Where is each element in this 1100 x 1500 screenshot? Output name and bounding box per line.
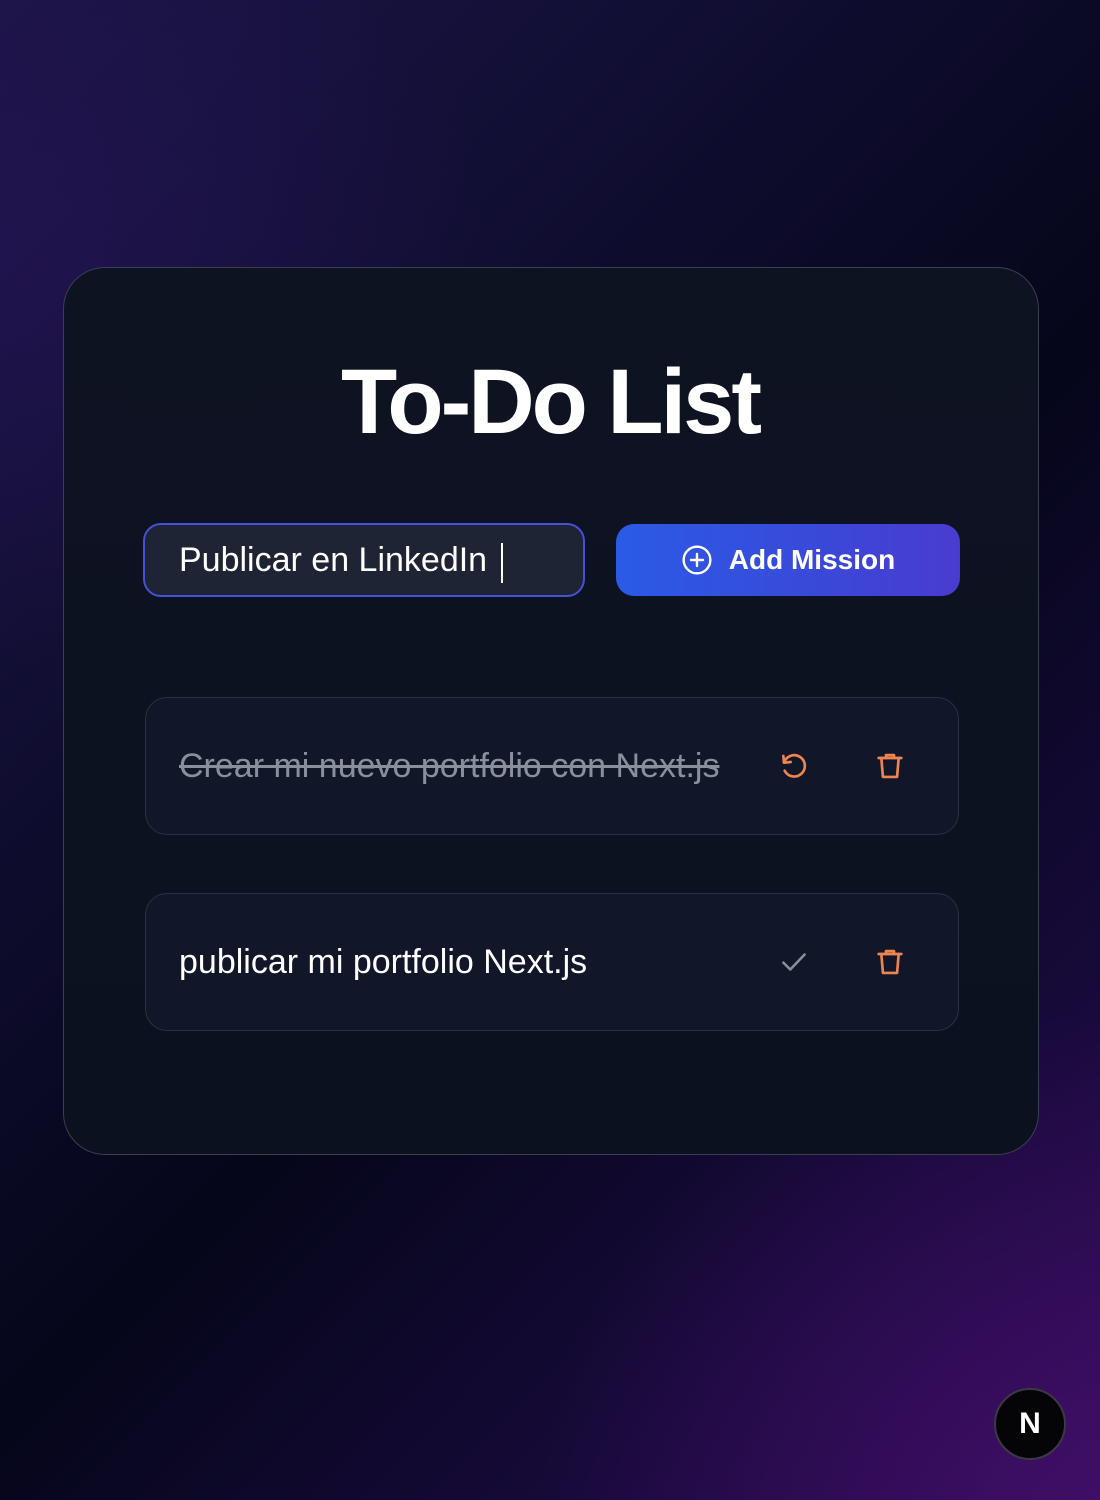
trash-icon[interactable] [868,744,912,788]
text-caret [501,543,503,583]
task-input-wrapper[interactable] [143,523,585,597]
nextjs-dev-badge[interactable]: N [994,1388,1066,1460]
undo-icon[interactable] [772,744,816,788]
add-mission-label: Add Mission [728,544,896,575]
task-text: publicar mi portfolio Next.js [179,942,588,981]
task-item-pending: publicar mi portfolio Next.js [145,893,959,1031]
trash-icon[interactable] [868,940,912,984]
page-title: To-Do List [341,351,762,453]
task-input[interactable] [145,525,583,595]
plus-circle-icon [681,544,713,576]
task-text: Crear mi nuevo portfolio con Next.js [179,746,720,785]
task-item-completed: Crear mi nuevo portfolio con Next.js [145,697,959,835]
check-icon[interactable] [772,940,816,984]
add-mission-button[interactable]: Add Mission [616,524,960,596]
nextjs-logo-icon: N [1019,1407,1041,1440]
